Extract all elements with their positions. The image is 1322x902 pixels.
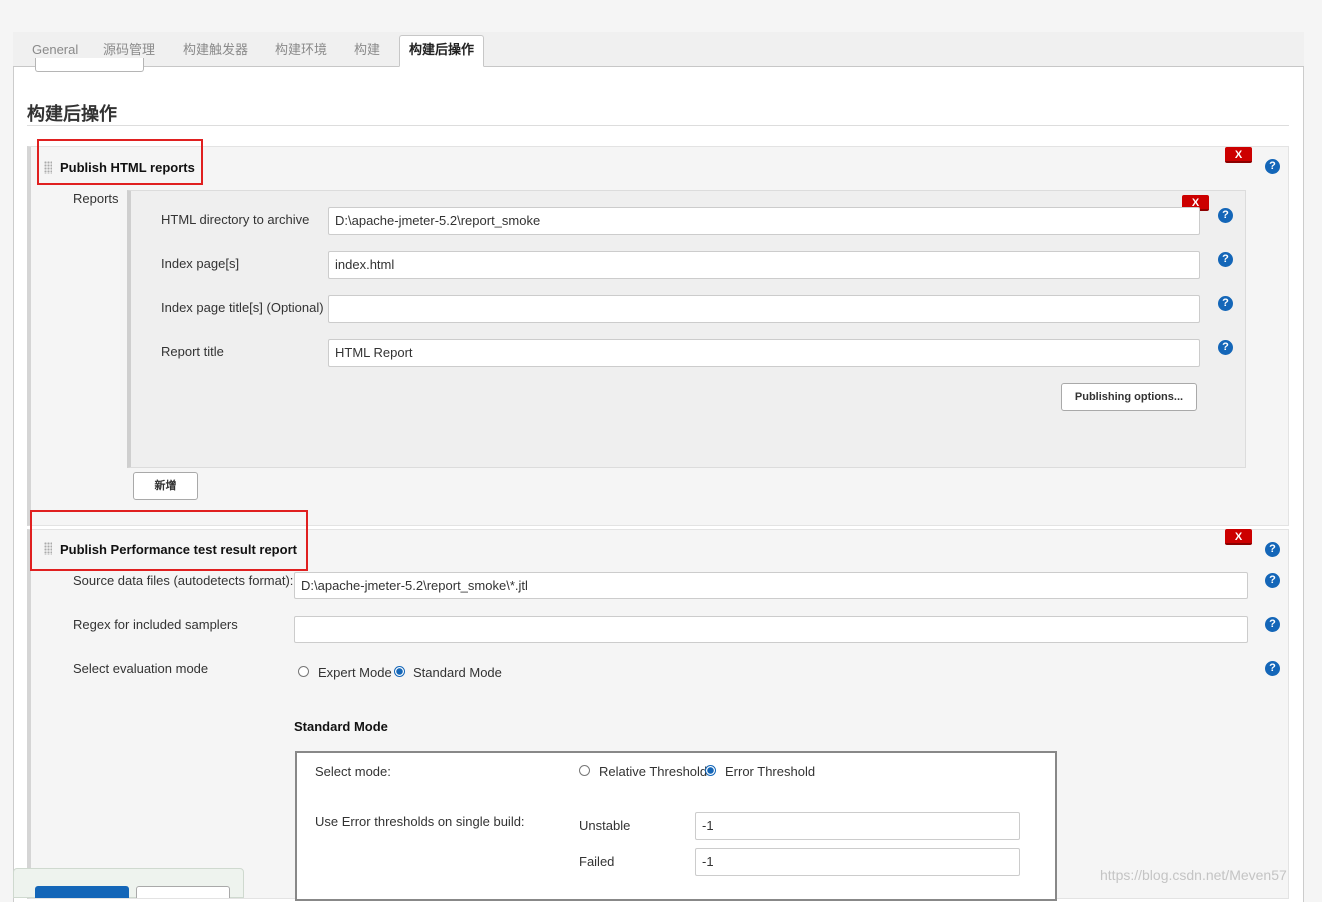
expert-mode-radio[interactable]	[298, 666, 309, 677]
section-title: 构建后操作	[27, 104, 117, 124]
highlight-box	[30, 510, 308, 571]
standard-mode-heading: Standard Mode	[294, 719, 388, 734]
expert-mode-label[interactable]: Expert Mode	[318, 665, 392, 680]
index-pages-label: Index page[s]	[161, 256, 240, 271]
apply-button[interactable]	[136, 886, 230, 898]
tab-post-build-actions[interactable]: 构建后操作	[399, 35, 485, 67]
failed-label: Failed	[579, 854, 615, 869]
standard-mode-radio[interactable]	[394, 666, 405, 677]
regex-label: Regex for included samplers	[73, 617, 238, 632]
section-divider	[27, 125, 1289, 126]
tab-build[interactable]: 构建	[354, 42, 380, 64]
source-files-input[interactable]: D:\apache-jmeter-5.2\report_smoke\*.jtl	[294, 572, 1248, 599]
previous-button-edge[interactable]	[35, 58, 144, 72]
html-dir-label: HTML directory to archive	[161, 212, 310, 227]
index-titles-label: Index page title[s] (Optional)	[161, 300, 324, 315]
standard-mode-label[interactable]: Standard Mode	[413, 665, 502, 680]
help-icon[interactable]: ?	[1218, 252, 1233, 267]
failed-input[interactable]: -1	[695, 848, 1020, 876]
reports-label: Reports	[73, 191, 119, 206]
watermark: https://blog.csdn.net/Meven57	[1100, 867, 1287, 883]
unstable-label: Unstable	[579, 818, 631, 833]
index-pages-input[interactable]: index.html	[328, 251, 1200, 279]
unstable-input[interactable]: -1	[695, 812, 1020, 840]
publishing-options-button[interactable]: Publishing options...	[1061, 383, 1197, 411]
error-threshold-radio[interactable]	[705, 765, 716, 776]
html-dir-input[interactable]: D:\apache-jmeter-5.2\report_smoke	[328, 207, 1200, 235]
save-button[interactable]	[35, 886, 129, 898]
evaluation-mode-label: Select evaluation mode	[73, 661, 209, 676]
report-title-input[interactable]: HTML Report	[328, 339, 1200, 367]
delete-step-button[interactable]: X	[1225, 147, 1252, 163]
index-titles-input[interactable]	[328, 295, 1200, 323]
error-threshold-label[interactable]: Error Threshold	[725, 764, 815, 779]
error-thresholds-label: Use Error thresholds on single build:	[315, 814, 525, 829]
report-title-label: Report title	[161, 344, 224, 359]
tab-build-triggers[interactable]: 构建触发器	[183, 42, 248, 64]
help-icon[interactable]: ?	[1265, 573, 1280, 588]
relative-threshold-label[interactable]: Relative Threshold	[599, 764, 707, 779]
help-icon[interactable]: ?	[1218, 296, 1233, 311]
help-icon[interactable]: ?	[1265, 661, 1280, 676]
select-mode-label: Select mode:	[315, 764, 391, 779]
help-icon[interactable]: ?	[1265, 159, 1280, 174]
delete-step-button[interactable]: X	[1225, 529, 1252, 545]
highlight-box	[37, 139, 203, 185]
help-icon[interactable]: ?	[1218, 340, 1233, 355]
help-icon[interactable]: ?	[1265, 617, 1280, 632]
source-files-label: Source data files (autodetects format):	[73, 573, 294, 588]
add-report-button[interactable]: 新增	[133, 472, 198, 500]
regex-input[interactable]	[294, 616, 1248, 643]
relative-threshold-radio[interactable]	[579, 765, 590, 776]
tab-build-environment[interactable]: 构建环境	[275, 42, 327, 64]
help-icon[interactable]: ?	[1218, 208, 1233, 223]
help-icon[interactable]: ?	[1265, 542, 1280, 557]
